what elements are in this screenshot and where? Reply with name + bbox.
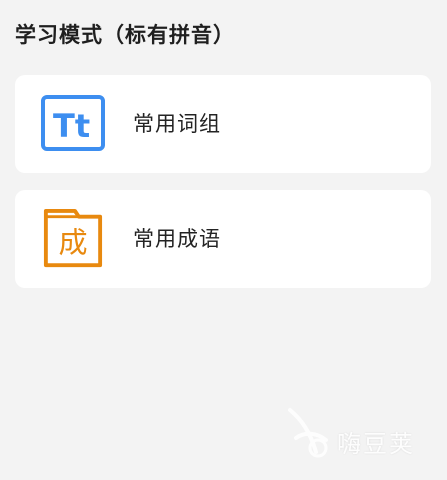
common-words-card[interactable]: Tt 常用词组 bbox=[15, 75, 431, 173]
watermark-logo-icon bbox=[288, 408, 328, 458]
text-size-icon-glyph: Tt bbox=[53, 107, 90, 145]
common-words-label: 常用词组 bbox=[133, 112, 221, 136]
idiom-book-icon: 成 bbox=[43, 208, 103, 268]
common-idioms-card[interactable]: 成 常用成语 bbox=[15, 190, 431, 288]
watermark: 嗨豆荚 bbox=[282, 402, 432, 462]
section-title: 学习模式（标有拼音） bbox=[15, 23, 235, 47]
common-idioms-label: 常用成语 bbox=[133, 227, 221, 251]
watermark-text: 嗨豆荚 bbox=[337, 430, 415, 458]
idiom-book-icon-glyph: 成 bbox=[58, 226, 87, 260]
text-size-icon: Tt bbox=[41, 95, 105, 151]
